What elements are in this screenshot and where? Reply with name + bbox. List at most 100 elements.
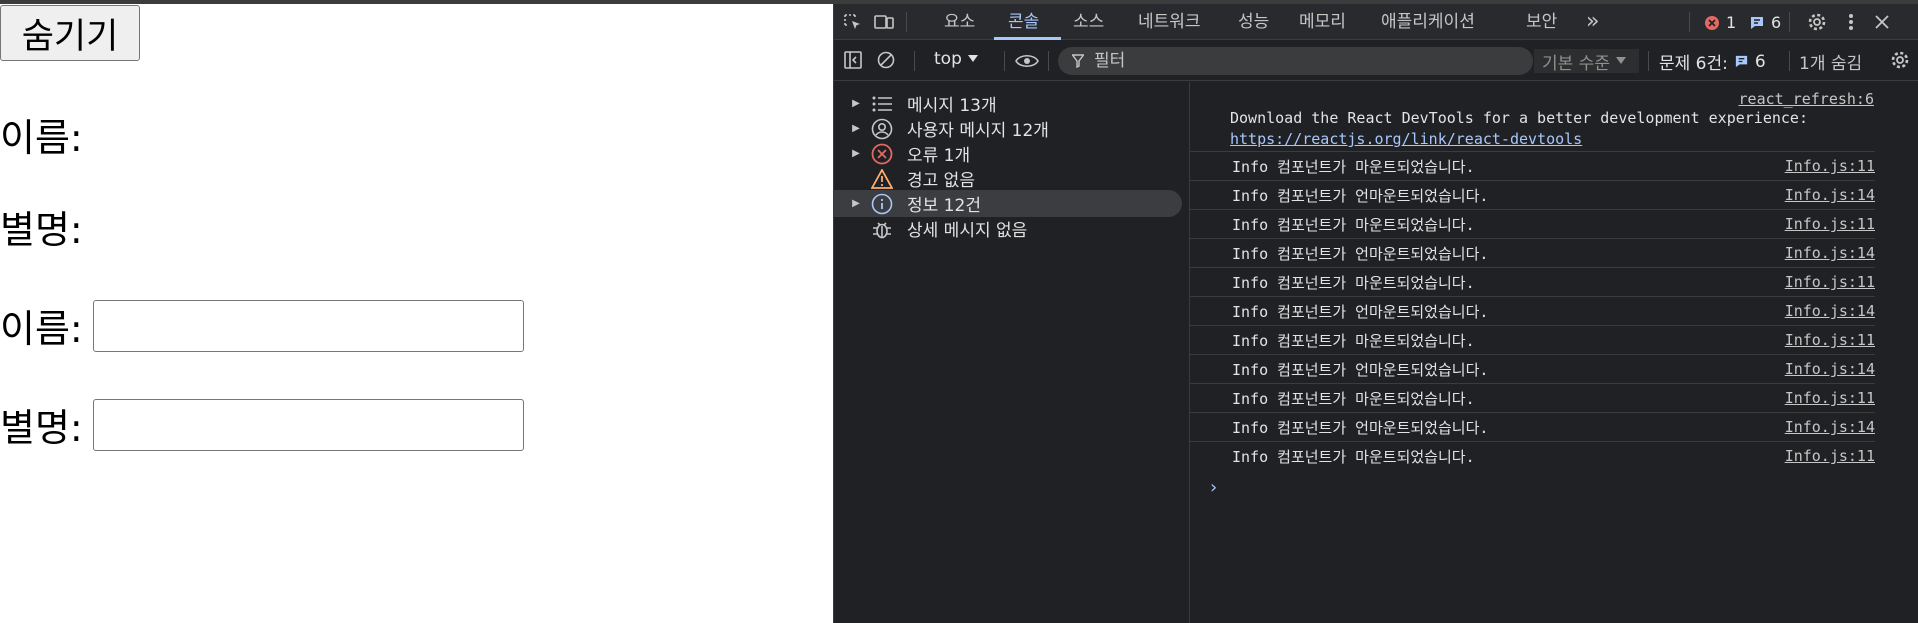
log-level-value: 기본 수준 (1542, 53, 1610, 74)
log-message: Info 컴포넌트가 마운트되었습니다. (1232, 331, 1475, 350)
log-row: Info 컴포넌트가 마운트되었습니다. Info.js:11 (1190, 441, 1875, 470)
name-display-row: 이름: (0, 107, 83, 162)
sidebar-item-errors[interactable]: ▶ 오류 1개 (834, 140, 1182, 167)
sidebar-item-user-messages[interactable]: ▶ 사용자 메시지 12개 (834, 115, 1182, 142)
user-icon (869, 116, 895, 142)
log-source-link[interactable]: Info.js:11 (1785, 215, 1875, 233)
react-refresh-source-link[interactable]: react_refresh:6 (1739, 90, 1874, 108)
expand-arrow-icon[interactable]: ▶ (843, 198, 869, 209)
error-count-badge[interactable]: 1 (1704, 13, 1736, 32)
info-icon (869, 191, 895, 217)
issues-count: 6 (1754, 51, 1766, 72)
tab-separator (906, 12, 907, 32)
log-source-link[interactable]: Info.js:11 (1785, 157, 1875, 175)
sidebar-item-label: 오류 1개 (907, 146, 971, 166)
tab-network[interactable]: 네트워크 (1138, 4, 1201, 40)
expand-arrow-icon[interactable]: ▶ (843, 148, 869, 159)
bug-icon (869, 216, 895, 242)
log-message: Info 컴포넌트가 언마운트되었습니다. (1232, 360, 1489, 379)
sidebar-item-label: 정보 12건 (907, 196, 981, 216)
issues-label: 문제 6건: (1659, 54, 1728, 74)
log-message: Info 컴포넌트가 언마운트되었습니다. (1232, 418, 1489, 437)
expand-arrow-icon[interactable]: ▶ (843, 123, 869, 134)
console-messages: react_refresh:6 Download the React DevTo… (1190, 82, 1918, 623)
tab-elements[interactable]: 요소 (944, 4, 975, 40)
log-row: Info 컴포넌트가 언마운트되었습니다. Info.js:14 (1190, 412, 1875, 441)
error-icon (1705, 15, 1719, 30)
filter-input[interactable] (1094, 51, 1474, 71)
nickname-input-row: 별명: (0, 397, 524, 452)
clear-console-icon[interactable] (876, 51, 896, 69)
log-message: Info 컴포넌트가 언마운트되었습니다. (1232, 186, 1489, 205)
message-icon (1735, 55, 1747, 68)
log-source-link[interactable]: Info.js:14 (1785, 186, 1875, 204)
log-row: Info 컴포넌트가 언마운트되었습니다. Info.js:14 (1190, 180, 1875, 209)
sidebar-item-warnings[interactable]: 경고 없음 (834, 165, 1182, 192)
tab-console[interactable]: 콘솔 (1008, 4, 1039, 40)
log-message: Info 컴포넌트가 마운트되었습니다. (1232, 157, 1475, 176)
log-list: Info 컴포넌트가 마운트되었습니다. Info.js:11 Info 컴포넌트… (1190, 151, 1875, 470)
tab-application[interactable]: 애플리케이션 (1381, 4, 1475, 40)
log-message: Info 컴포넌트가 언마운트되었습니다. (1232, 244, 1489, 263)
more-options-icon[interactable] (1841, 13, 1861, 31)
settings-gear-icon[interactable] (1807, 13, 1827, 31)
toolbar-separator (1048, 51, 1049, 71)
error-icon (869, 141, 895, 167)
hide-button[interactable]: 숨기기 (0, 5, 140, 61)
log-message: Info 컴포넌트가 언마운트되었습니다. (1232, 302, 1489, 321)
tab-security[interactable]: 보안 (1526, 4, 1557, 40)
show-sidebar-icon[interactable] (843, 51, 863, 69)
message-icon (1751, 16, 1763, 29)
nickname-input[interactable] (92, 398, 524, 451)
hidden-messages-count: 1개 숨김 (1799, 54, 1863, 74)
sidebar-item-label: 사용자 메시지 12개 (907, 121, 1049, 141)
log-source-link[interactable]: Info.js:11 (1785, 447, 1875, 465)
device-toolbar-icon[interactable] (874, 13, 894, 31)
dropdown-arrow-icon (967, 55, 978, 62)
sidebar-item-info[interactable]: ▶ 정보 12건 (834, 190, 1182, 217)
live-expression-eye-icon[interactable] (1014, 52, 1040, 70)
tab-performance[interactable]: 성능 (1238, 4, 1269, 40)
toolbar-separator (1789, 51, 1790, 71)
name-input[interactable] (92, 299, 524, 352)
expand-arrow-icon[interactable]: ▶ (843, 98, 869, 109)
log-source-link[interactable]: Info.js:14 (1785, 418, 1875, 436)
log-row: Info 컴포넌트가 마운트되었습니다. Info.js:11 (1190, 267, 1875, 296)
tab-sources[interactable]: 소스 (1073, 4, 1104, 40)
log-source-link[interactable]: Info.js:14 (1785, 244, 1875, 262)
sidebar-item-messages[interactable]: ▶ 메시지 13개 (834, 90, 1182, 117)
name-input-row: 이름: (0, 298, 524, 353)
close-icon[interactable] (1872, 13, 1892, 31)
log-level-selector[interactable]: 기본 수준 (1534, 49, 1639, 74)
list-icon (869, 91, 895, 117)
log-message: Info 컴포넌트가 마운트되었습니다. (1232, 273, 1475, 292)
info-count: 6 (1771, 13, 1782, 32)
console-prompt-chevron-icon[interactable]: › (1208, 477, 1219, 498)
issues-counter[interactable]: 문제 6건: 6 (1659, 49, 1766, 75)
nickname-input-label: 별명: (0, 406, 83, 450)
sidebar-item-label: 메시지 13개 (907, 96, 997, 116)
info-count-badge[interactable]: 6 (1749, 13, 1781, 32)
sidebar-item-verbose[interactable]: 상세 메시지 없음 (834, 215, 1182, 242)
log-message: Info 컴포넌트가 마운트되었습니다. (1232, 447, 1475, 466)
more-tabs-button[interactable]: » (1586, 4, 1599, 40)
console-toolbar: top 기본 수준 문제 6건: 6 1개 숨김 (834, 41, 1918, 81)
log-source-link[interactable]: Info.js:14 (1785, 302, 1875, 320)
tab-memory[interactable]: 메모리 (1299, 4, 1346, 40)
name-input-label: 이름: (0, 307, 83, 351)
sidebar-item-label: 상세 메시지 없음 (907, 221, 1028, 241)
warning-icon (869, 166, 895, 192)
log-source-link[interactable]: Info.js:11 (1785, 273, 1875, 291)
tab-separator (1789, 12, 1790, 32)
react-devtools-link[interactable]: https://reactjs.org/link/react-devtools (1230, 130, 1582, 148)
react-devtools-message: Download the React DevTools for a better… (1230, 108, 1808, 150)
log-source-link[interactable]: Info.js:11 (1785, 331, 1875, 349)
inspect-element-icon[interactable] (843, 13, 863, 31)
app-page: 숨기기 이름: 별명: 이름: 별명: (0, 4, 833, 623)
context-selector[interactable]: top (934, 49, 978, 69)
log-source-link[interactable]: Info.js:14 (1785, 360, 1875, 378)
log-source-link[interactable]: Info.js:11 (1785, 389, 1875, 407)
nickname-display-label: 별명: (0, 208, 83, 252)
console-settings-gear-icon[interactable] (1890, 51, 1910, 69)
tab-separator (1689, 12, 1690, 32)
